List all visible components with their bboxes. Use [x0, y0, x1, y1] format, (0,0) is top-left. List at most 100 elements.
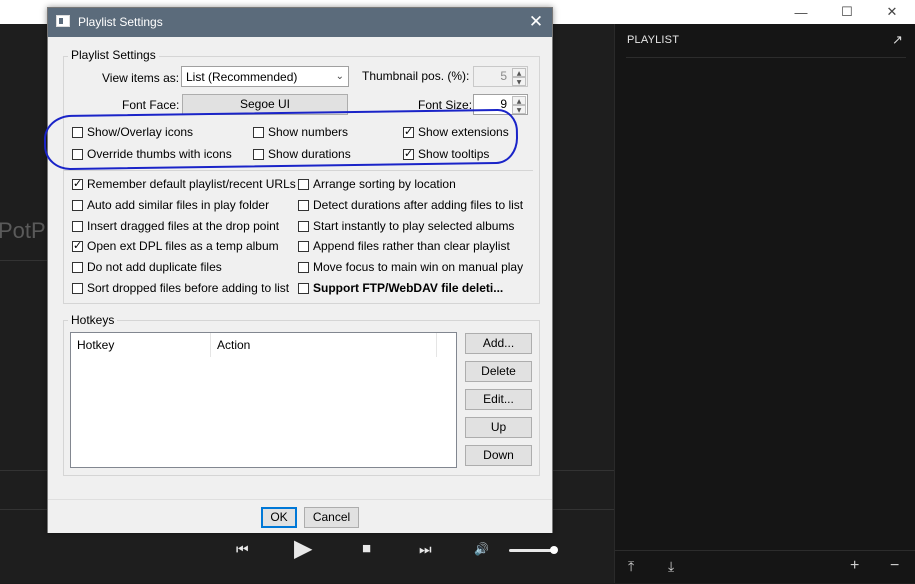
play-icon[interactable]: ▶	[294, 534, 312, 563]
dialog-titlebar: Playlist Settings ✕	[48, 8, 552, 37]
thumbnail-pos-stepper[interactable]: 5 ▲ ▼	[473, 66, 528, 87]
font-size-stepper[interactable]: 9 ▲ ▼	[473, 94, 528, 115]
option-7[interactable]: Append files rather than clear playlist	[298, 239, 510, 253]
group-label: Playlist Settings	[68, 48, 159, 62]
spin-down-icon[interactable]: ▼	[512, 77, 526, 86]
checkbox-label: Detect durations after adding files to l…	[313, 198, 524, 212]
option-2[interactable]: Show extensions	[403, 125, 509, 139]
close-icon[interactable]: ✕	[524, 11, 548, 33]
option-5[interactable]: Start instantly to play selected albums	[298, 219, 514, 233]
option-8[interactable]: Do not add duplicate files	[72, 260, 222, 274]
spin-up-icon[interactable]: ▲	[512, 96, 526, 105]
font-face-label: Font Face:	[122, 98, 180, 112]
view-items-label: View items as:	[102, 71, 180, 85]
checkbox[interactable]	[253, 126, 264, 138]
checkbox[interactable]	[298, 240, 309, 252]
option-0[interactable]: Remember default playlist/recent URLs	[72, 177, 296, 191]
checkbox[interactable]	[72, 177, 83, 190]
move-up-button[interactable]: Up	[465, 417, 532, 438]
checkbox-label: Start instantly to play selected albums	[313, 219, 515, 233]
spin-up-icon[interactable]: ▲	[512, 68, 526, 77]
option-3[interactable]: Detect durations after adding files to l…	[298, 198, 523, 212]
expand-icon[interactable]: ↗	[892, 32, 903, 48]
checkbox-label: Auto add similar files in play folder	[87, 198, 270, 212]
option-9[interactable]: Move focus to main win on manual play	[298, 260, 523, 274]
chevron-down-icon: ⌄	[335, 71, 344, 82]
checkbox-label: Remember default playlist/recent URLs	[87, 177, 296, 191]
checkbox-label: Open ext DPL files as a temp album	[87, 239, 279, 253]
move-down-button[interactable]: Down	[465, 445, 532, 466]
hotkeys-label: Hotkeys	[68, 313, 118, 327]
hotkeys-list[interactable]: Hotkey Action	[70, 332, 457, 468]
font-size-label: Font Size:	[418, 98, 473, 112]
checkbox[interactable]	[298, 199, 309, 211]
checkbox-label: Support FTP/WebDAV file deleti...	[313, 281, 504, 295]
checkbox-label: Show durations	[268, 147, 351, 161]
option-0[interactable]: Show/Overlay icons	[72, 125, 193, 139]
option-5[interactable]: Show tooltips	[403, 147, 489, 161]
spin-down-icon[interactable]: ▼	[512, 105, 526, 114]
close-app-button[interactable]: ✕	[869, 0, 915, 24]
checkbox[interactable]	[403, 125, 414, 138]
checkbox[interactable]	[72, 282, 83, 294]
checkbox[interactable]	[72, 220, 83, 232]
option-2[interactable]: Auto add similar files in play folder	[72, 198, 269, 212]
option-4[interactable]: Insert dragged files at the drop point	[72, 219, 279, 233]
checkbox[interactable]	[253, 148, 264, 160]
next-icon[interactable]: ⏭	[419, 541, 432, 558]
volume-slider-handle[interactable]	[550, 546, 558, 554]
checkbox[interactable]	[298, 282, 309, 294]
add-file-icon[interactable]: +	[850, 557, 859, 575]
divider	[626, 57, 906, 58]
view-items-select[interactable]: List (Recommended) ⌄	[181, 66, 349, 87]
delete-hotkey-button[interactable]: Delete	[465, 361, 532, 382]
checkbox-label: Show/Overlay icons	[87, 125, 194, 139]
column-header-hotkey[interactable]: Hotkey	[71, 333, 211, 357]
remove-file-icon[interactable]: −	[890, 557, 899, 575]
checkbox[interactable]	[298, 220, 309, 232]
checkbox[interactable]	[72, 239, 83, 252]
playlist-toolbar	[615, 550, 915, 584]
thumbnail-pos-label: Thumbnail pos. (%):	[362, 69, 470, 83]
dialog-title: Playlist Settings	[78, 15, 163, 29]
thumbnail-pos-value: 5	[500, 69, 507, 83]
checkbox-label: Show numbers	[268, 125, 349, 139]
volume-slider[interactable]	[509, 549, 554, 552]
checkbox-label: Show tooltips	[418, 147, 490, 161]
font-size-value: 9	[500, 97, 507, 111]
option-10[interactable]: Sort dropped files before adding to list	[72, 281, 289, 295]
maximize-button[interactable]: ☐	[824, 0, 870, 24]
option-6[interactable]: Open ext DPL files as a temp album	[72, 239, 279, 253]
checkbox[interactable]	[403, 147, 414, 160]
checkbox-label: Show extensions	[418, 125, 509, 139]
checkbox[interactable]	[72, 199, 83, 211]
checkbox-label: Move focus to main win on manual play	[313, 260, 524, 274]
add-hotkey-button[interactable]: Add...	[465, 333, 532, 354]
move-to-top-icon[interactable]: ⤒	[628, 558, 634, 575]
checkbox[interactable]	[298, 261, 309, 273]
checkbox-label: Sort dropped files before adding to list	[87, 281, 290, 295]
playlist-settings-dialog: Playlist Settings ✕ Playlist Settings Vi…	[47, 7, 553, 533]
checkbox-label: Append files rather than clear playlist	[313, 239, 510, 253]
column-header-action[interactable]: Action	[211, 333, 437, 357]
stop-icon[interactable]: ■	[362, 540, 371, 557]
option-1[interactable]: Show numbers	[253, 125, 348, 139]
option-4[interactable]: Show durations	[253, 147, 351, 161]
app-name-partial: PotP	[0, 218, 46, 243]
previous-icon[interactable]: ⏮	[236, 541, 249, 558]
option-1[interactable]: Arrange sorting by location	[298, 177, 456, 191]
playlist-panel	[614, 24, 915, 583]
edit-hotkey-button[interactable]: Edit...	[465, 389, 532, 410]
ok-button[interactable]: OK	[261, 507, 297, 528]
minimize-button[interactable]: —	[778, 0, 824, 24]
cancel-button[interactable]: Cancel	[304, 507, 359, 528]
option-3[interactable]: Override thumbs with icons	[72, 147, 232, 161]
checkbox[interactable]	[72, 126, 83, 138]
option-11[interactable]: Support FTP/WebDAV file deleti...	[298, 281, 503, 295]
font-face-button[interactable]: Segoe UI	[182, 94, 348, 115]
checkbox[interactable]	[72, 148, 83, 160]
move-to-bottom-icon[interactable]: ⤓	[668, 558, 674, 575]
checkbox[interactable]	[298, 178, 309, 190]
checkbox[interactable]	[72, 261, 83, 273]
volume-icon[interactable]: 🔊	[474, 542, 489, 556]
